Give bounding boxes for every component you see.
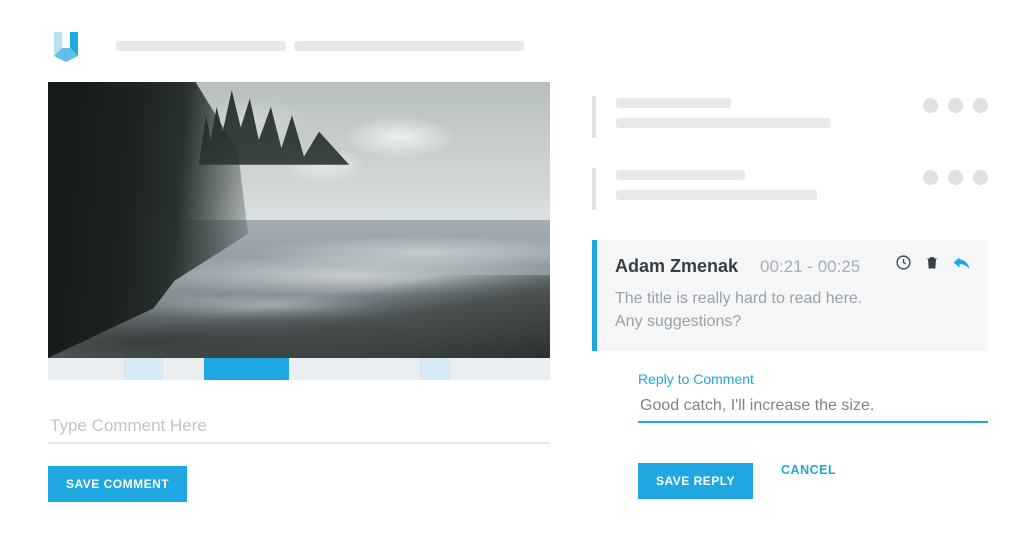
new-comment-input[interactable]	[48, 410, 550, 444]
reply-form: Reply to Comment SAVE REPLY CANCEL	[592, 351, 988, 499]
save-comment-button[interactable]: SAVE COMMENT	[48, 466, 187, 502]
reply-icon[interactable]	[952, 254, 972, 276]
app-header	[48, 28, 524, 64]
comment-text-line: Any suggestions?	[615, 310, 970, 333]
action-dot-icon	[948, 170, 963, 185]
trash-icon[interactable]	[924, 254, 940, 276]
comment-text-line: The title is really hard to read here.	[615, 287, 970, 310]
comment-skeleton	[592, 168, 988, 210]
header-title-skeleton	[116, 41, 524, 51]
action-dot-icon	[923, 170, 938, 185]
app-logo[interactable]	[48, 28, 84, 64]
reply-label: Reply to Comment	[638, 371, 988, 387]
action-dot-icon	[923, 98, 938, 113]
comment-item-active[interactable]: Adam Zmenak 00:21 - 00:25 The title is	[592, 240, 988, 351]
comment-skeleton	[592, 96, 988, 138]
comment-author: Adam Zmenak	[615, 256, 738, 277]
clock-icon[interactable]	[895, 254, 912, 276]
video-timeline[interactable]	[48, 358, 550, 380]
action-dot-icon	[948, 98, 963, 113]
save-reply-button[interactable]: SAVE REPLY	[638, 463, 753, 499]
comment-timestamp: 00:21 - 00:25	[760, 257, 860, 277]
action-dot-icon	[973, 170, 988, 185]
new-comment-form: SAVE COMMENT	[48, 410, 550, 502]
cancel-reply-button[interactable]: CANCEL	[781, 463, 836, 477]
action-dot-icon	[973, 98, 988, 113]
reply-input[interactable]	[638, 387, 988, 423]
video-panel: SAVE COMMENT	[48, 82, 550, 502]
video-player[interactable]	[48, 82, 550, 358]
comments-panel: Adam Zmenak 00:21 - 00:25 The title is	[592, 96, 988, 499]
